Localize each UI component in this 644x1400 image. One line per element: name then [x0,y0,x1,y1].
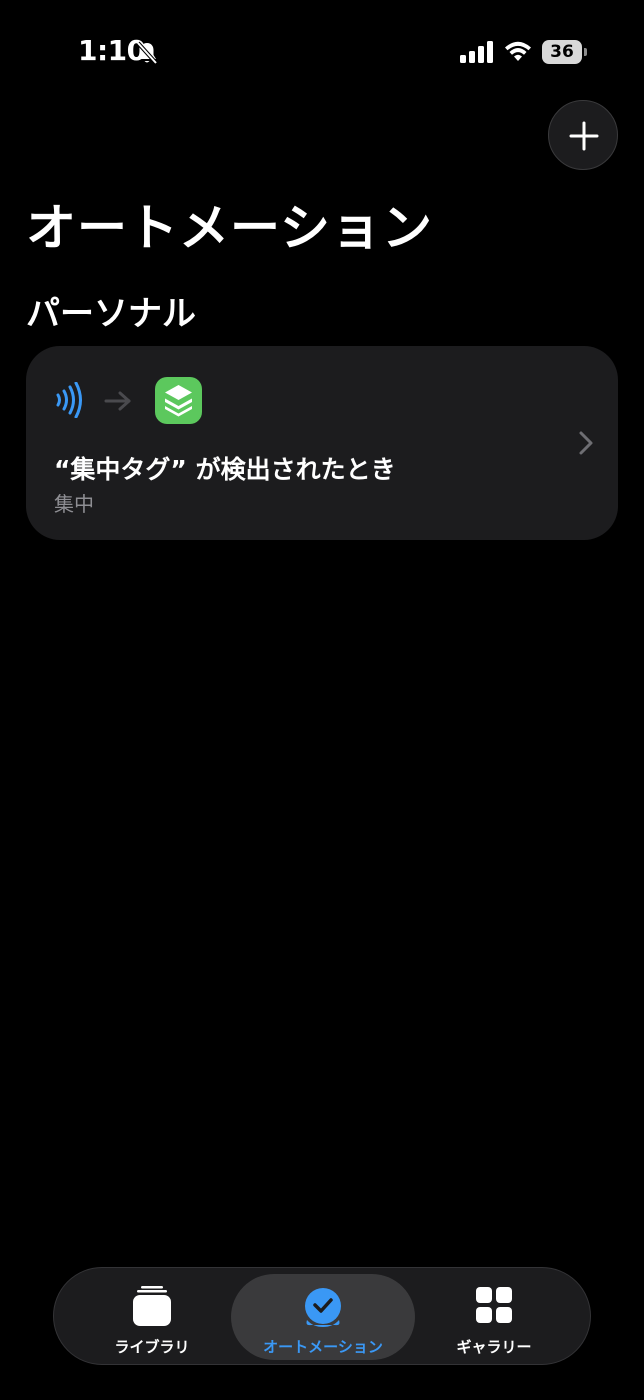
focus-layers-icon [165,385,192,417]
bell-slash-icon [136,41,158,65]
automation-title: “集中タグ” が検出されたとき [54,455,396,484]
arrow-right-icon [104,391,131,411]
cellular-signal-icon [460,41,493,63]
tab-label: オートメーション [263,1338,383,1356]
plus-icon [569,121,599,151]
nfc-icon [56,382,82,418]
tab-gallery[interactable]: ギャラリー [410,1274,578,1360]
tab-automation[interactable]: オートメーション [231,1274,415,1360]
tab-bar: ライブラリ オートメーション ギャラリー [53,1267,591,1365]
automation-clock-icon [305,1288,341,1327]
automation-subtitle: 集中 [54,492,94,516]
library-stack-icon [133,1286,171,1326]
page-title: オートメーション [26,199,433,257]
tab-label: ギャラリー [456,1338,532,1356]
battery-icon: 36 [542,40,587,64]
battery-level: 36 [542,40,582,64]
chevron-right-icon [579,431,593,455]
gallery-grid-icon [476,1287,512,1323]
tab-label: ライブラリ [114,1338,190,1356]
battery-cap [584,48,587,56]
focus-app-icon [155,377,202,424]
tab-library[interactable]: ライブラリ [66,1274,238,1360]
status-bar: 1:10 36 [0,0,644,100]
section-title: パーソナル [26,294,196,334]
wifi-icon [505,41,531,61]
add-automation-button[interactable] [548,100,618,170]
automation-card[interactable]: “集中タグ” が検出されたとき 集中 [26,346,618,540]
